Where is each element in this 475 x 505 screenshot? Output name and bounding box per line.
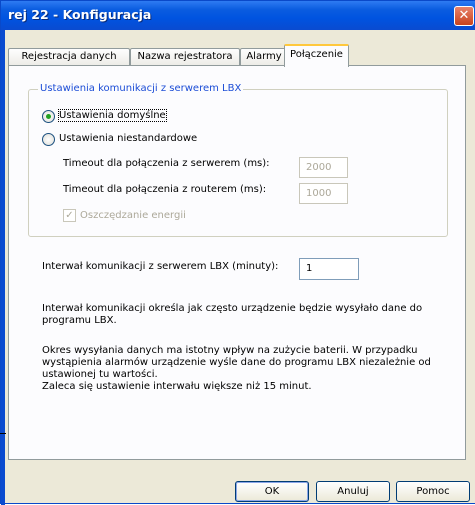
info-paragraph-1: Interwał komunikacji określa jak często …	[42, 303, 423, 326]
side-mark	[0, 433, 6, 434]
radio-button-selected[interactable]	[42, 110, 55, 123]
energy-saving-checkbox[interactable]: ✓	[63, 209, 76, 222]
timeout-server-input[interactable]: 2000	[299, 157, 348, 178]
info-paragraph-3: Zaleca się ustawienie interwału większe …	[42, 381, 312, 392]
radio-button[interactable]	[42, 133, 55, 146]
cancel-button[interactable]: Anuluj	[316, 481, 390, 502]
help-button[interactable]: Pomoc	[396, 481, 470, 502]
radio-custom-label[interactable]: Ustawienia niestandardowe	[59, 133, 197, 144]
interval-label: Interwał komunikacji z serwerem LBX (min…	[42, 261, 279, 272]
radio-default-label[interactable]: Ustawienia domyślne	[58, 109, 167, 122]
tab-nazwa-rejestratora[interactable]: Nazwa rejestratora	[130, 48, 240, 66]
window-title: rej 22 - Konfiguracja	[8, 7, 152, 22]
group-title: Ustawienia komunikacji z serwerem LBX	[38, 83, 244, 94]
info-paragraph-2: Okres wysyłania danych ma istotny wpływ …	[42, 345, 431, 380]
timeout-router-input[interactable]: 1000	[299, 183, 348, 204]
timeout-server-label: Timeout dla połączenia z serwerem (ms):	[63, 158, 270, 169]
radio-dot-icon	[46, 114, 51, 119]
ok-button[interactable]: OK	[235, 481, 309, 502]
tab-alarmy[interactable]: Alarmy	[240, 48, 288, 66]
title-bar[interactable]: rej 22 - Konfiguracja ✕	[1, 1, 475, 30]
tab-polaczenie[interactable]: Połączenie	[284, 44, 349, 67]
interval-input[interactable]: 1	[299, 258, 359, 280]
tab-rejestracja-danych[interactable]: Rejestracja danych	[8, 48, 130, 66]
close-icon[interactable]: ✕	[454, 6, 474, 26]
timeout-router-label: Timeout dla połączenia z routerem (ms):	[63, 184, 267, 195]
energy-saving-label: Oszczędzanie energii	[80, 210, 186, 221]
